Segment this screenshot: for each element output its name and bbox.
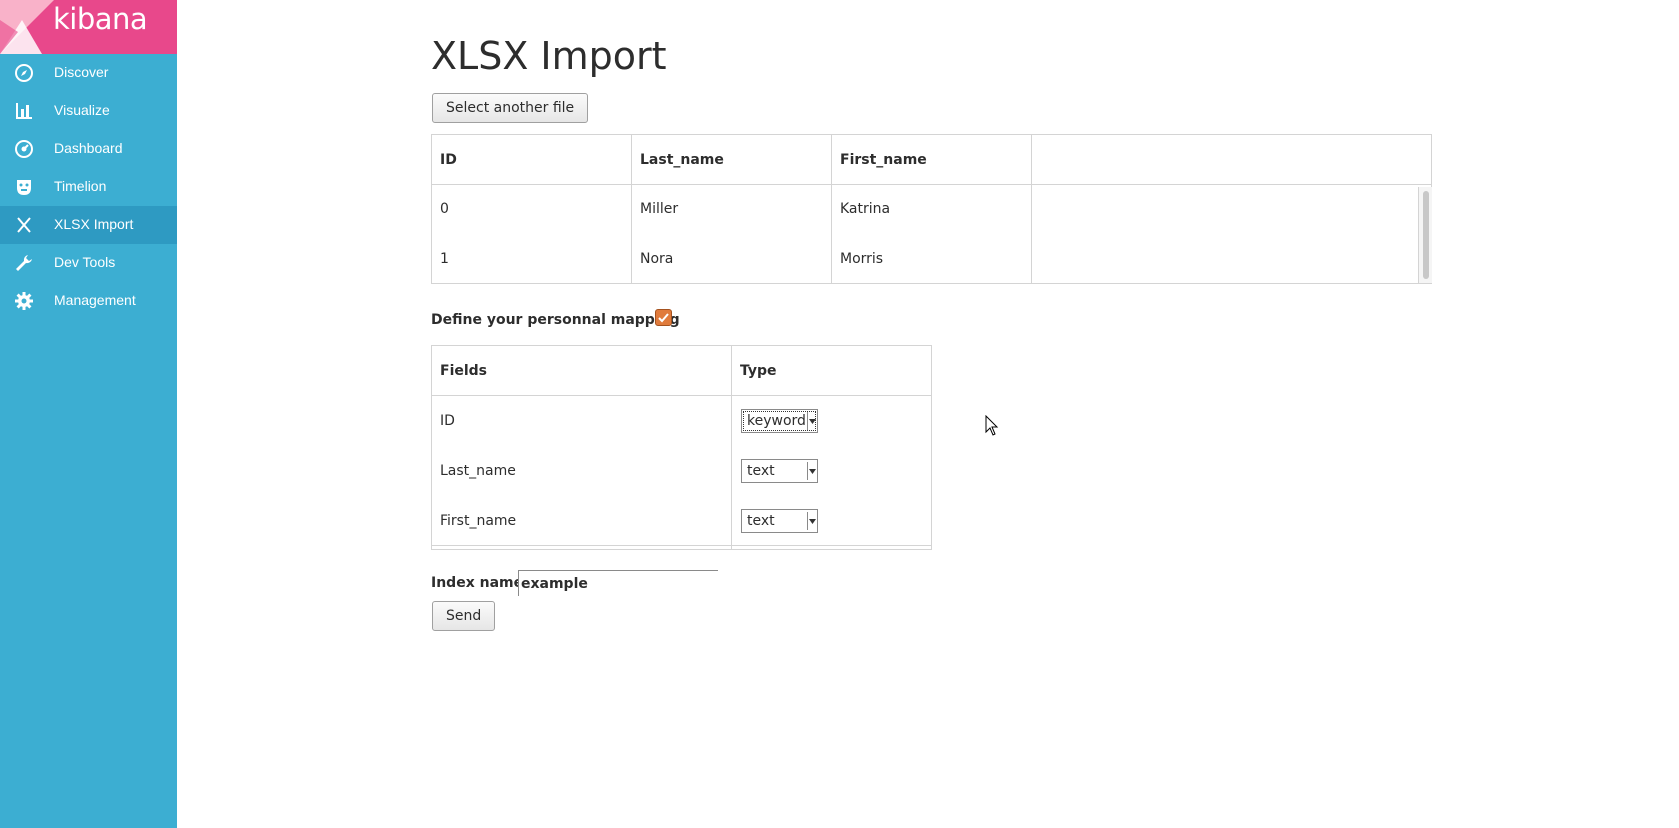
field-name: ID: [440, 413, 455, 429]
type-select-last-name[interactable]: text: [741, 459, 818, 483]
dropdown-arrow-icon: [807, 512, 817, 530]
sidebar-item-dashboard[interactable]: Dashboard: [0, 130, 177, 168]
table-cell: Nora: [640, 251, 674, 267]
sidebar-item-label: Dev Tools: [54, 254, 116, 270]
wrench-icon: [14, 253, 34, 273]
sidebar-item-management[interactable]: Management: [0, 282, 177, 320]
select-value: text: [747, 513, 775, 529]
column-header-fields: Fields: [432, 346, 732, 396]
column-divider: [731, 346, 732, 549]
sidebar-item-discover[interactable]: Discover: [0, 54, 177, 92]
page-title: XLSX Import: [431, 34, 667, 78]
header-divider: [432, 184, 1431, 185]
field-name: Last_name: [440, 463, 516, 479]
sidebar-item-label: Management: [54, 292, 136, 308]
scrollbar-thumb[interactable]: [1423, 191, 1429, 279]
column-header-first-name: First_name: [832, 135, 1032, 185]
header-divider: [432, 395, 931, 396]
sidebar-item-xlsx-import[interactable]: XLSX Import: [0, 206, 177, 244]
sidebar-item-label: Discover: [54, 64, 109, 80]
sidebar-item-label: XLSX Import: [54, 216, 134, 232]
type-select-id[interactable]: keyword: [741, 409, 818, 433]
dropdown-arrow-icon: [807, 462, 817, 480]
type-select-first-name[interactable]: text: [741, 509, 818, 533]
select-value: keyword: [747, 413, 806, 429]
kibana-logo[interactable]: kibana: [0, 0, 177, 54]
gear-icon: [14, 291, 34, 311]
mapping-checkbox[interactable]: [655, 309, 672, 326]
table-cell: Katrina: [840, 201, 891, 217]
check-icon: [658, 313, 669, 323]
table-bottom-divider: [432, 545, 931, 546]
table-cell: Miller: [640, 201, 679, 217]
preview-table: ID Last_name First_name 0 Miller Katrina…: [431, 134, 1432, 284]
field-name: First_name: [440, 513, 517, 529]
table-cell: 0: [440, 201, 449, 217]
select-value: text: [747, 463, 775, 479]
column-header-last-name: Last_name: [632, 135, 832, 185]
sidebar-item-timelion[interactable]: Timelion: [0, 168, 177, 206]
column-divider: [1031, 135, 1032, 283]
sidebar-item-dev-tools[interactable]: Dev Tools: [0, 244, 177, 282]
column-header-empty: [1032, 135, 1431, 185]
send-button[interactable]: Send: [432, 601, 496, 631]
dropdown-arrow-icon: [807, 412, 817, 430]
sidebar-item-visualize[interactable]: Visualize: [0, 92, 177, 130]
dashboard-gauge-icon: [14, 139, 34, 159]
select-file-button[interactable]: Select another file: [432, 93, 589, 123]
index-name-input[interactable]: [518, 570, 718, 596]
sidebar-item-label: Timelion: [54, 178, 107, 194]
table-scrollbar[interactable]: [1418, 187, 1432, 283]
x-icon: [14, 215, 34, 235]
sidebar: kibana Discover Visualize Dashboard Time…: [0, 0, 177, 828]
timelion-mask-icon: [14, 177, 34, 197]
sidebar-item-label: Dashboard: [54, 140, 123, 156]
index-name-label: Index name: [431, 575, 524, 591]
table-cell: 1: [440, 251, 449, 267]
mapping-table: Fields Type ID keyword Last_name text Fi…: [431, 345, 932, 550]
bar-chart-icon: [14, 101, 34, 121]
table-cell: Morris: [840, 251, 884, 267]
sidebar-item-label: Visualize: [54, 102, 110, 118]
kibana-logo-icon: [0, 0, 54, 54]
compass-icon: [14, 63, 34, 83]
mapping-label: Define your personnal mapping: [431, 312, 680, 328]
brand-name: kibana: [53, 2, 148, 36]
column-header-type: Type: [740, 363, 777, 379]
mouse-cursor-icon: [985, 415, 999, 436]
column-header-id: ID: [432, 135, 632, 185]
